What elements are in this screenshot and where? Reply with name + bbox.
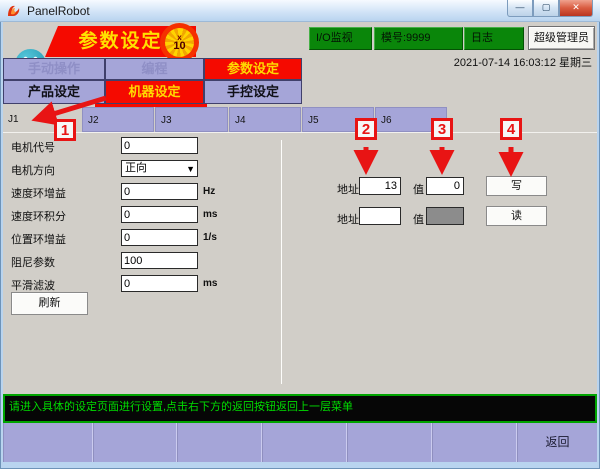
minimize-button[interactable]: — xyxy=(507,0,533,17)
bottom-button-5[interactable] xyxy=(347,423,432,462)
datetime-label: 2021-07-14 16:03:12 星期三 xyxy=(380,54,592,70)
tab-handcontrol-settings[interactable]: 手控设定 xyxy=(204,80,302,104)
write-address-input[interactable] xyxy=(359,177,401,195)
refresh-button[interactable]: 刷新 xyxy=(11,292,88,315)
bottom-button-1[interactable] xyxy=(3,423,93,462)
tab-axis-j3[interactable]: J3 xyxy=(155,107,228,132)
bottom-button-6[interactable] xyxy=(432,423,517,462)
speed-loop-gain-input[interactable] xyxy=(121,183,198,200)
position-loop-gain-input[interactable] xyxy=(121,229,198,246)
panelrobot-window: PanelRobot — ▢ ✕ 参数设定 x 10 I/O监视 模号:9999… xyxy=(0,0,600,469)
tab-axis-j2[interactable]: J2 xyxy=(82,107,154,132)
tab-machine-settings[interactable]: 机器设定 xyxy=(105,80,204,104)
status-message: 请进入具体的设定页面进行设置,点击右下方的返回按钮返回上一层菜单 xyxy=(9,401,353,413)
motor-code-input[interactable] xyxy=(121,137,198,154)
return-button[interactable]: 返回 xyxy=(517,423,597,462)
annotation-step-4: 4 xyxy=(500,118,522,140)
form-row-smoothing-filter: 平滑滤波 ms xyxy=(3,275,293,293)
window-title: PanelRobot xyxy=(27,4,90,18)
write-value-label: 值 xyxy=(413,181,424,197)
damping-parameter-input[interactable] xyxy=(121,252,198,269)
close-button[interactable]: ✕ xyxy=(559,0,593,17)
mold-number-button[interactable]: 模号:9999 xyxy=(374,27,463,50)
tab-product-settings[interactable]: 产品设定 xyxy=(3,80,105,104)
gear-icon: x 10 xyxy=(165,28,194,57)
tab-axis-j4[interactable]: J4 xyxy=(229,107,301,132)
read-value-label: 值 xyxy=(413,211,424,227)
smoothing-filter-input[interactable] xyxy=(121,275,198,292)
io-monitor-button[interactable]: I/O监视 xyxy=(309,27,372,50)
bottom-button-bar: 返回 xyxy=(3,423,597,462)
log-button[interactable]: 日志 xyxy=(464,27,524,50)
tab-programming[interactable]: 编程 xyxy=(105,58,204,80)
annotation-step-1: 1 xyxy=(54,119,76,141)
annotation-step-3: 3 xyxy=(431,118,453,140)
unit-label: ms xyxy=(203,278,217,289)
write-address-label: 地址 xyxy=(337,181,359,197)
form-row-motor-direction: 电机方向 正向 ▼ xyxy=(3,160,293,178)
tab-manual-operation[interactable]: 手动操作 xyxy=(3,58,105,80)
maximize-button[interactable]: ▢ xyxy=(533,0,559,17)
motor-direction-select[interactable]: 正向 ▼ xyxy=(121,160,198,177)
panel-divider xyxy=(281,140,282,384)
speed-loop-integral-input[interactable] xyxy=(121,206,198,223)
titlebar: PanelRobot — ▢ ✕ xyxy=(0,0,600,22)
unit-label: ms xyxy=(203,209,217,220)
bottom-button-4[interactable] xyxy=(262,423,347,462)
read-address-label: 地址 xyxy=(337,211,359,227)
app-icon xyxy=(6,3,22,19)
form-row-motor-code: 电机代号 xyxy=(3,137,293,155)
bottom-button-3[interactable] xyxy=(177,423,262,462)
form-row-damping-parameter: 阻尼参数 xyxy=(3,252,293,270)
status-bar: 请进入具体的设定页面进行设置,点击右下方的返回按钮返回上一层菜单 xyxy=(3,394,597,423)
form-row-speed-loop-gain: 速度环增益 Hz xyxy=(3,183,293,201)
form-row-position-loop-gain: 位置环增益 1/s xyxy=(3,229,293,247)
speed-multiplier-badge: x 10 xyxy=(160,23,199,62)
read-address-input[interactable] xyxy=(359,207,401,225)
read-value-display xyxy=(426,207,464,225)
chevron-down-icon: ▼ xyxy=(186,162,195,177)
form-row-speed-loop-integral: 速度环积分 ms xyxy=(3,206,293,224)
write-value-input[interactable] xyxy=(426,177,464,195)
annotation-step-2: 2 xyxy=(355,118,377,140)
tab-parameter-settings[interactable]: 参数设定 xyxy=(204,58,302,80)
bottom-button-2[interactable] xyxy=(93,423,177,462)
unit-label: 1/s xyxy=(203,232,217,243)
unit-label: Hz xyxy=(203,186,215,197)
admin-level-button[interactable]: 超级管理员 xyxy=(528,26,595,50)
window-body: 参数设定 x 10 I/O监视 模号:9999 日志 超级管理员 2021-07… xyxy=(3,22,597,462)
read-button[interactable]: 读 xyxy=(486,206,547,226)
write-button[interactable]: 写 xyxy=(486,176,547,196)
